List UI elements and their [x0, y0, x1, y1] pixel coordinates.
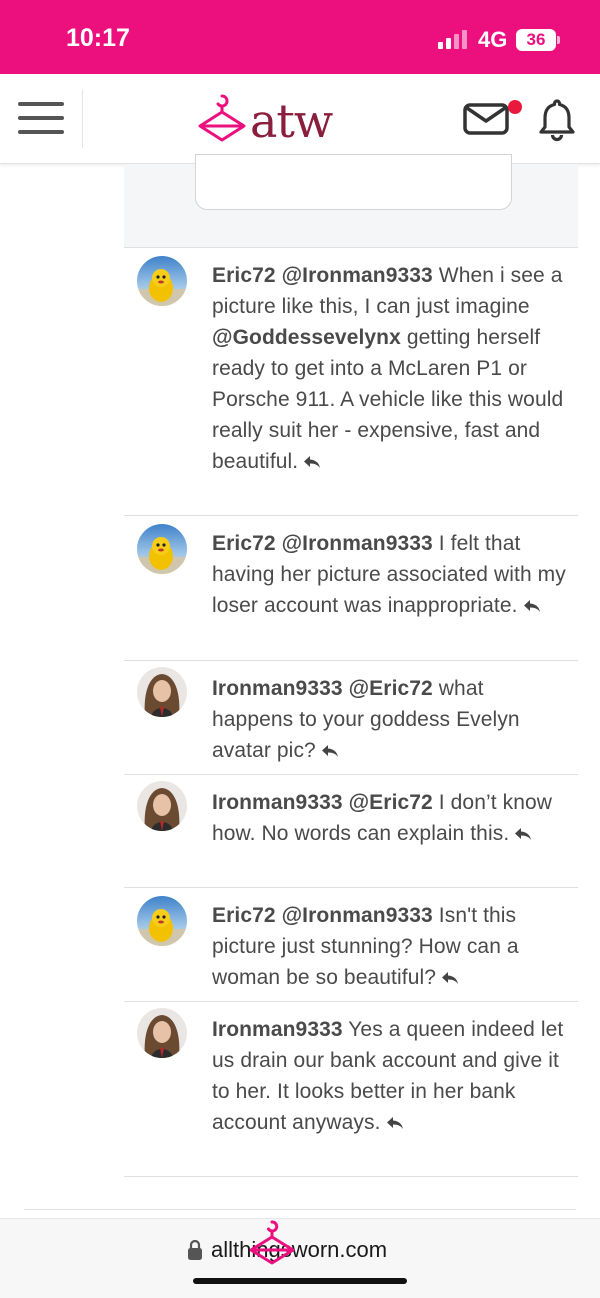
woman-portrait-avatar[interactable]: [137, 667, 187, 717]
home-indicator[interactable]: [193, 1278, 407, 1284]
lock-icon: [188, 1239, 202, 1260]
reply-arrow-icon[interactable]: [440, 970, 460, 986]
comment-body: Ironman9333 @Eric72 what happens to your…: [212, 673, 568, 766]
comment-author[interactable]: Eric72: [212, 264, 276, 287]
reply-arrow-icon[interactable]: [302, 454, 322, 470]
comment-author[interactable]: Ironman9333: [212, 791, 343, 814]
comment-mention[interactable]: @Ironman9333: [282, 904, 433, 927]
comment-mention[interactable]: @Ironman9333: [282, 532, 433, 555]
comment-author[interactable]: Eric72: [212, 904, 276, 927]
battery-level: 36: [516, 29, 556, 51]
reply-panel: [124, 154, 578, 248]
envelope-icon[interactable]: [462, 102, 510, 136]
header-divider: [82, 90, 83, 148]
browser-address-bar[interactable]: allthingsworn.com: [0, 1218, 600, 1298]
bell-icon[interactable]: [534, 96, 580, 142]
battery-icon: [557, 36, 560, 44]
hamburger-menu-icon[interactable]: [14, 98, 66, 138]
reply-arrow-icon[interactable]: [320, 743, 340, 759]
comment-item: Ironman9333 @Eric72 I don’t know how. No…: [124, 775, 578, 888]
comment-item: Ironman9333 @Eric72 what happens to your…: [124, 661, 578, 775]
yellow-mascot-avatar[interactable]: [137, 256, 187, 306]
comment-mention[interactable]: @Eric72: [349, 677, 433, 700]
site-header: atw: [0, 74, 600, 164]
comment-author[interactable]: Eric72: [212, 532, 276, 555]
url-text[interactable]: allthingsworn.com: [211, 1237, 387, 1263]
section-divider: [24, 1209, 576, 1210]
comment-item: Eric72 @Ironman9333 Isn't this picture j…: [124, 888, 578, 1002]
comment-item: Eric72 @Ironman9333 When i see a picture…: [124, 248, 578, 516]
status-bar: 10:17 4G 36: [0, 0, 600, 74]
comment-author[interactable]: Ironman9333: [212, 1018, 343, 1041]
yellow-mascot-avatar[interactable]: [137, 896, 187, 946]
inline-mention[interactable]: @Goddessevelynx: [212, 326, 401, 349]
comment-body: Ironman9333 @Eric72 I don’t know how. No…: [212, 787, 568, 849]
comment-body: Eric72 @Ironman9333 I felt that having h…: [212, 528, 568, 621]
comment-body: Eric72 @Ironman9333 Isn't this picture j…: [212, 900, 568, 993]
reply-arrow-icon[interactable]: [522, 598, 542, 614]
reply-arrow-icon[interactable]: [513, 826, 533, 842]
status-time: 10:17: [66, 24, 130, 52]
comment-body: Ironman9333 Yes a queen indeed let us dr…: [212, 1014, 568, 1138]
hanger-watermark-icon: [249, 1220, 295, 1265]
comment-item: Ironman9333 Yes a queen indeed let us dr…: [124, 1002, 578, 1177]
hanger-logo-icon: [198, 94, 246, 142]
woman-portrait-avatar[interactable]: [137, 781, 187, 831]
site-logo[interactable]: atw: [194, 92, 364, 148]
comment-mention[interactable]: @Eric72: [349, 791, 433, 814]
brand-name: atw: [250, 94, 333, 148]
reply-input[interactable]: [195, 154, 512, 210]
comment-author[interactable]: Ironman9333: [212, 677, 343, 700]
comment-body: Eric72 @Ironman9333 When i see a picture…: [212, 260, 568, 477]
woman-portrait-avatar[interactable]: [137, 1008, 187, 1058]
reply-arrow-icon[interactable]: [385, 1115, 405, 1131]
unread-badge: [508, 100, 522, 114]
cellular-signal-icon: [438, 30, 470, 49]
yellow-mascot-avatar[interactable]: [137, 524, 187, 574]
network-type: 4G: [478, 27, 508, 52]
comment-mention[interactable]: @Ironman9333: [282, 264, 433, 287]
comment-item: Eric72 @Ironman9333 I felt that having h…: [124, 516, 578, 661]
